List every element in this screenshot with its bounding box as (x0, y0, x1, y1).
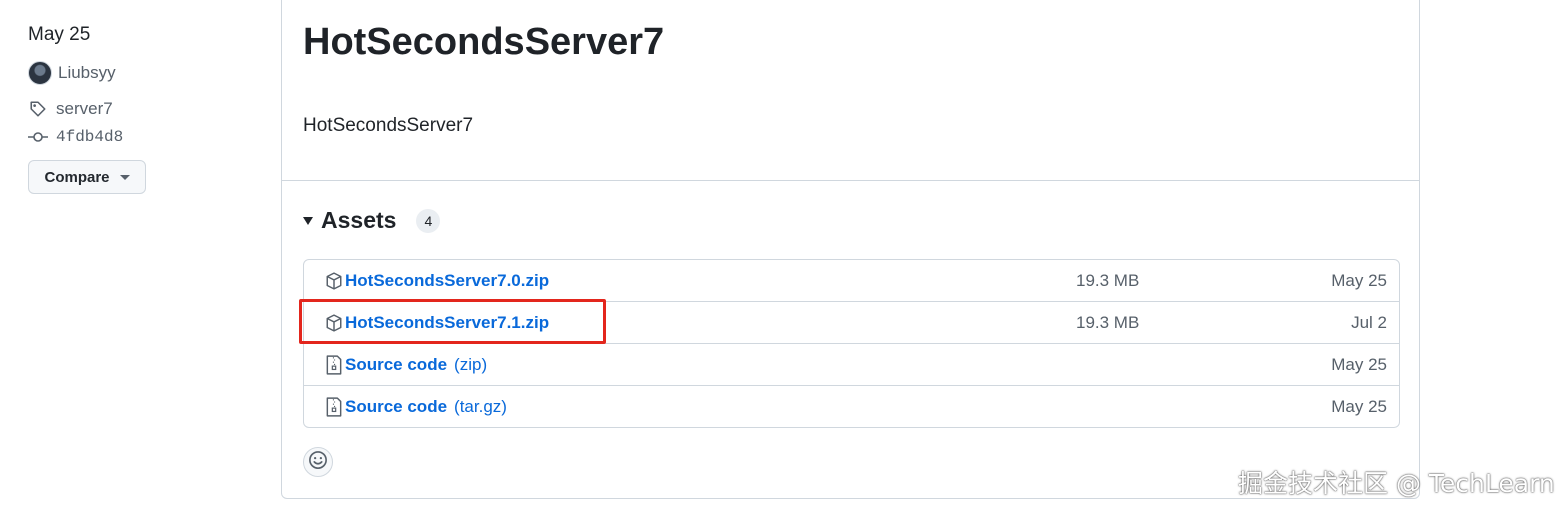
compare-button[interactable]: Compare (28, 160, 146, 194)
tag-link[interactable]: server7 (28, 99, 113, 119)
triangle-down-icon (303, 216, 313, 225)
release-title[interactable]: HotSecondsServer7 (303, 21, 664, 64)
asset-date: May 25 (1331, 270, 1387, 290)
watermark: 掘金技术社区 @ TechLearn (1238, 469, 1555, 498)
commit-sha[interactable]: 4fdb4d8 (56, 128, 123, 146)
list-item: HotSecondsServer7.0.zip 19.3 MB May 25 (304, 260, 1399, 301)
source-code-link[interactable]: Source code (tar.gz) (324, 386, 507, 427)
assets-toggle[interactable]: Assets 4 (303, 207, 441, 234)
asset-date: Jul 2 (1351, 312, 1387, 332)
list-item: Source code (tar.gz) May 25 (304, 385, 1399, 427)
tag-icon (28, 99, 48, 119)
commit-link[interactable]: 4fdb4d8 (28, 127, 123, 147)
release-date: May 25 (28, 24, 91, 45)
asset-size: 19.3 MB (1076, 312, 1140, 332)
git-commit-icon (28, 127, 48, 147)
release-card: HotSecondsServer7 HotSecondsServer7 Asse… (281, 0, 1420, 499)
smiley-icon (308, 450, 328, 475)
highlight-annotation (299, 299, 606, 344)
tag-name[interactable]: server7 (56, 99, 113, 119)
compare-label: Compare (44, 168, 110, 186)
author-name[interactable]: Liubsyy (58, 63, 116, 83)
asset-size: 19.3 MB (1076, 270, 1140, 290)
assets-heading: Assets (321, 207, 397, 233)
asset-link[interactable]: HotSecondsServer7.0.zip (324, 260, 549, 301)
release-body: HotSecondsServer7 (303, 115, 474, 136)
asset-ext[interactable]: (zip) (454, 355, 487, 375)
asset-date: May 25 (1331, 354, 1387, 374)
package-icon (324, 271, 344, 291)
add-reaction-button[interactable] (303, 447, 333, 477)
avatar[interactable] (28, 61, 52, 85)
source-code-link[interactable]: Source code (zip) (324, 344, 487, 385)
asset-date: May 25 (1331, 396, 1387, 416)
asset-name[interactable]: HotSecondsServer7.0.zip (345, 271, 549, 291)
divider (282, 180, 1419, 181)
assets-count-badge: 4 (416, 208, 441, 233)
file-zip-icon (324, 354, 344, 375)
asset-name[interactable]: Source code (345, 397, 447, 417)
list-item: Source code (zip) May 25 (304, 343, 1399, 385)
chevron-down-icon (119, 174, 130, 180)
asset-name[interactable]: Source code (345, 355, 447, 375)
file-zip-icon (324, 396, 344, 417)
author-link[interactable]: Liubsyy (28, 61, 116, 85)
asset-ext[interactable]: (tar.gz) (454, 397, 507, 417)
